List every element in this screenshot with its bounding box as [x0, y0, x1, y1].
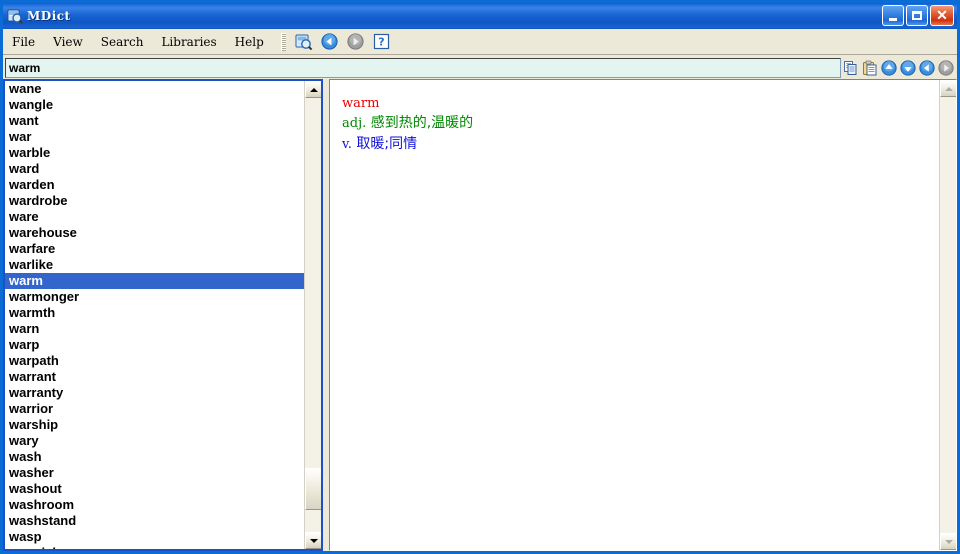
scroll-up-button[interactable]: [879, 59, 898, 78]
definition-text: 取暖;同情: [356, 136, 418, 152]
scrollbar-down-button[interactable]: [305, 532, 321, 549]
word-list-item[interactable]: warp: [5, 337, 304, 353]
search-action-buttons: [841, 59, 957, 78]
lookup-icon: [295, 33, 313, 51]
word-list-item[interactable]: wangle: [5, 97, 304, 113]
help-icon: ?: [373, 33, 390, 50]
history-back-icon: [918, 60, 935, 76]
chevron-up-icon: [309, 87, 318, 92]
definition-scroll-down-button: [940, 533, 956, 550]
word-list-item[interactable]: wash: [5, 449, 304, 465]
minimize-button[interactable]: [882, 5, 904, 26]
word-list-item[interactable]: ware: [5, 209, 304, 225]
word-list-item[interactable]: warranty: [5, 385, 304, 401]
paste-button[interactable]: [860, 59, 879, 78]
word-list-item[interactable]: warrior: [5, 401, 304, 417]
scrollbar-thumb[interactable]: [305, 468, 321, 510]
chevron-down-icon: [944, 539, 953, 544]
word-list-item[interactable]: warfare: [5, 241, 304, 257]
copy-button[interactable]: [841, 59, 860, 78]
word-list-item[interactable]: warble: [5, 145, 304, 161]
paste-icon: [862, 60, 878, 76]
word-list-item[interactable]: warmonger: [5, 289, 304, 305]
toolbar-lookup-button[interactable]: [293, 31, 315, 53]
maximize-icon: [912, 11, 922, 20]
menu-help[interactable]: Help: [226, 32, 273, 52]
word-list-item[interactable]: wardrobe: [5, 193, 304, 209]
toolbar-back-button[interactable]: [319, 31, 341, 53]
search-toolbar: [3, 57, 957, 79]
word-list-item[interactable]: warden: [5, 177, 304, 193]
definition-entry-adjective: adj. 感到热的,温暖的: [342, 113, 939, 134]
menu-search[interactable]: Search: [92, 32, 153, 52]
word-list-item[interactable]: washstand: [5, 513, 304, 529]
mdict-application-window: MDict ✕ File View Search Libraries Help: [0, 0, 960, 554]
definition-content: warm adj. 感到热的,温暖的 v. 取暖;同情: [330, 80, 939, 550]
chevron-down-icon: [309, 538, 318, 543]
word-list-item[interactable]: wasp: [5, 529, 304, 545]
scroll-up-icon: [880, 60, 897, 76]
word-list-item[interactable]: ward: [5, 161, 304, 177]
toolbar-gripper: [280, 32, 286, 51]
word-list-item[interactable]: wary: [5, 433, 304, 449]
definition-headword: warm: [342, 96, 380, 111]
word-list-item[interactable]: warm: [5, 273, 304, 289]
definition-text: 感到热的,温暖的: [370, 115, 474, 131]
word-list-item[interactable]: warpath: [5, 353, 304, 369]
definition-scroll-up-button: [940, 80, 956, 97]
word-list-pane: wane wangle want war warble ward warden wardrob…: [3, 79, 323, 551]
word-list[interactable]: wane wangle want war warble ward warden wardrob…: [5, 81, 304, 549]
word-list-item[interactable]: washroom: [5, 497, 304, 513]
word-list-scrollbar[interactable]: [304, 81, 321, 549]
menu-view[interactable]: View: [44, 32, 92, 52]
word-list-item[interactable]: wane: [5, 81, 304, 97]
maximize-button[interactable]: [906, 5, 928, 26]
word-list-item[interactable]: washout: [5, 481, 304, 497]
word-list-item[interactable]: waspish: [5, 545, 304, 549]
dictionary-magnifier-icon: [7, 8, 23, 24]
definition-entry-verb: v. 取暖;同情: [342, 134, 939, 155]
titlebar[interactable]: MDict ✕: [3, 3, 957, 29]
window-controls: ✕: [882, 5, 954, 26]
scrollbar-up-button[interactable]: [305, 81, 321, 98]
chevron-up-icon: [944, 86, 953, 91]
part-of-speech-label: adj.: [342, 116, 367, 131]
back-arrow-icon: [321, 33, 338, 50]
scroll-down-icon: [899, 60, 916, 76]
toolbar-forward-button: [345, 31, 367, 53]
definition-scrollbar[interactable]: [939, 80, 956, 550]
minimize-icon: [889, 17, 897, 21]
forward-arrow-icon: [347, 33, 364, 50]
close-button[interactable]: ✕: [930, 5, 954, 26]
svg-text:?: ?: [379, 35, 385, 48]
menu-file[interactable]: File: [3, 32, 44, 52]
scroll-down-button[interactable]: [898, 59, 917, 78]
menubar: File View Search Libraries Help ?: [3, 29, 957, 55]
copy-icon: [843, 60, 859, 76]
search-input[interactable]: [6, 59, 840, 77]
window-title: MDict: [27, 9, 71, 23]
word-list-item[interactable]: warmth: [5, 305, 304, 321]
history-forward-icon: [937, 60, 954, 76]
definition-pane: warm adj. 感到热的,温暖的 v. 取暖;同情: [329, 79, 957, 551]
toolbar-help-button[interactable]: ?: [371, 31, 393, 53]
scrollbar-track[interactable]: [305, 98, 321, 532]
part-of-speech-label: v.: [342, 137, 352, 152]
history-forward-button: [936, 59, 955, 78]
main-content-area: wane wangle want war warble ward warden wardrob…: [3, 79, 957, 551]
word-list-item[interactable]: warehouse: [5, 225, 304, 241]
word-list-item[interactable]: war: [5, 129, 304, 145]
history-back-button[interactable]: [917, 59, 936, 78]
word-list-item[interactable]: washer: [5, 465, 304, 481]
word-list-item[interactable]: warn: [5, 321, 304, 337]
word-list-item[interactable]: warlike: [5, 257, 304, 273]
word-list-item[interactable]: warship: [5, 417, 304, 433]
definition-scrollbar-track: [940, 97, 956, 533]
menu-libraries[interactable]: Libraries: [152, 32, 225, 52]
close-icon: ✕: [936, 7, 948, 23]
word-list-item[interactable]: want: [5, 113, 304, 129]
search-field-wrapper[interactable]: [5, 58, 841, 78]
word-list-item[interactable]: warrant: [5, 369, 304, 385]
